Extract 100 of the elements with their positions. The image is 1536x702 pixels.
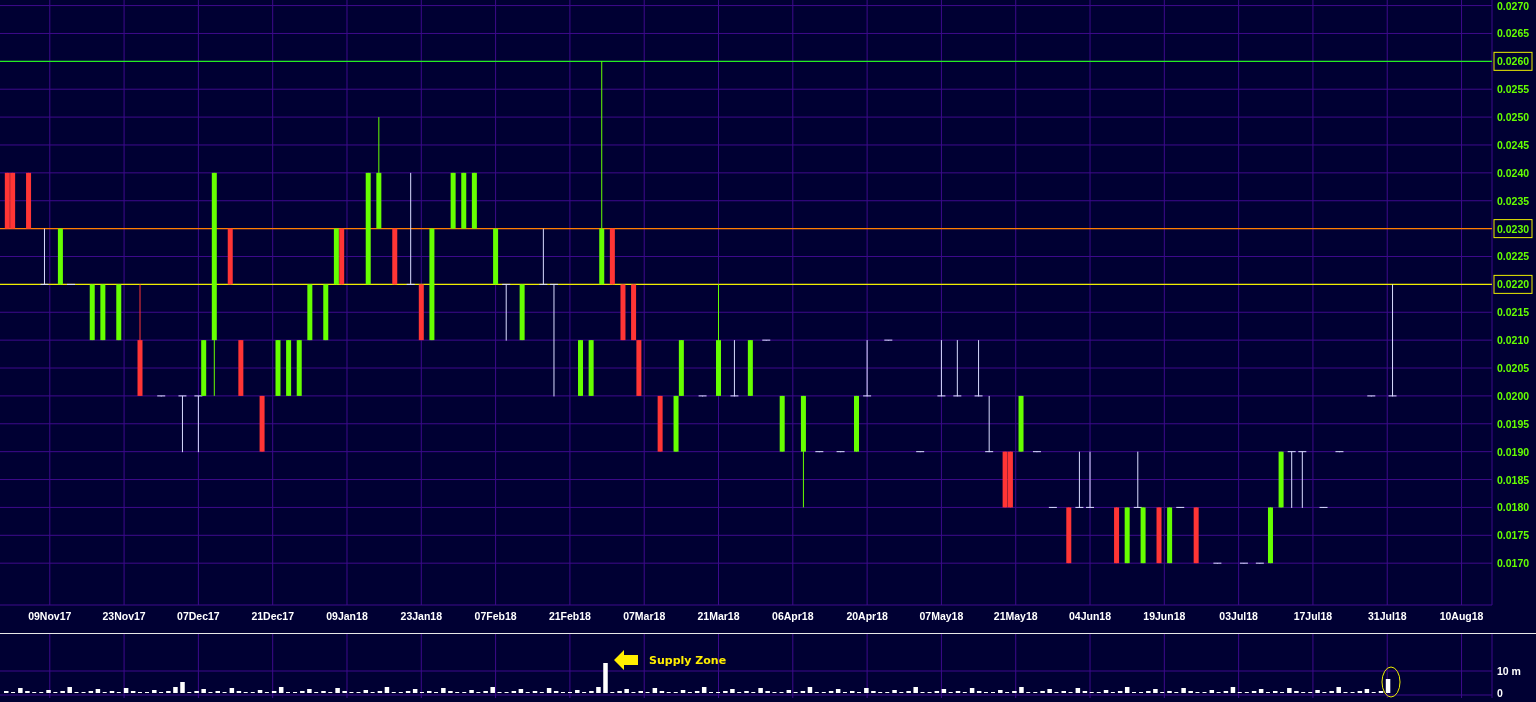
highlighted-price-label: 0.0220 [1493,274,1533,294]
date-axis-label: 10Aug18 [1439,610,1484,622]
date-axis-label: 17Jul18 [1293,610,1333,622]
doji-candle [177,395,187,453]
price-axis-label: 0.0185 [1497,473,1530,486]
price-axis-label: 0.0170 [1497,557,1530,570]
rising-candle [89,283,95,341]
falling-candle [392,228,398,285]
doji-candle [761,339,771,342]
volume-axis-label: 10 m [1497,665,1521,677]
date-axis-label: 21Mar18 [697,610,740,622]
rising-candle [100,283,106,341]
rising-candle [493,228,499,285]
falling-candle [418,283,424,341]
price-axis-label: 0.0210 [1497,334,1530,347]
rising-candle [1167,506,1173,564]
highlighted-price-label: 0.0230 [1493,219,1533,239]
falling-candle [1066,506,1072,564]
date-axis-label: 07Feb18 [474,610,517,622]
doji-candle [1297,451,1307,509]
date-axis-label: 03Jul18 [1219,610,1258,622]
rising-candle [519,283,525,341]
falling-candle [657,395,663,453]
rising-candle [461,172,467,230]
highlighted-price-label: 0.0260 [1493,51,1533,71]
date-axis-label: 06Apr18 [772,610,814,622]
price-axis-label: 0.0245 [1497,139,1530,151]
date-axis-label: 07May18 [919,610,964,622]
price-axis-label: 0.0235 [1497,194,1530,207]
doji-candle [193,395,203,453]
doji-candle [1287,451,1297,509]
doji-candle [501,283,511,342]
rising-candle [201,339,207,397]
rising-candle [450,172,456,230]
date-axis-label: 09Nov17 [28,610,72,622]
rising-candle [854,395,859,453]
doji-candle [1133,451,1143,509]
falling-candle [26,172,32,230]
rising-candle [275,339,281,397]
doji-candle [66,283,76,286]
doji-candle [1074,451,1084,509]
falling-candle [227,228,233,285]
doji-candle [1319,506,1329,509]
rising-candle [471,172,477,230]
date-axis-label: 23Jan18 [400,610,442,622]
date-axis-label: 19Jun18 [1143,610,1186,622]
date-axis-label: 07Mar18 [623,610,666,622]
price-axis-label: 0.0240 [1497,166,1530,179]
price-axis-label: 0.0225 [1497,250,1530,263]
doji-candle [1175,506,1185,509]
doji-candle [729,339,739,397]
doji-candle [1085,451,1095,509]
doji-candle [984,395,994,453]
falling-candle [259,395,265,453]
doji-candle [974,339,984,397]
doji-candle [952,339,962,397]
highlight-ellipse [1381,666,1401,698]
rising-candle [779,395,785,453]
rising-candle [307,283,313,341]
price-axis-label: 0.0180 [1497,501,1530,514]
rising-candle [1140,506,1146,564]
rising-candle [296,339,302,397]
date-axis-label: 23Nov17 [102,610,146,622]
date-axis-label: 04Jun18 [1069,610,1112,622]
date-axis-label: 09Jan18 [326,610,368,622]
price-axis-label: 0.0190 [1497,445,1530,458]
doji-candle [936,339,946,397]
falling-candle [620,283,626,341]
date-axis-label: 21Feb18 [548,610,591,622]
falling-candle [1193,506,1199,564]
annotation-text: Supply Zone [649,654,727,667]
falling-candle [238,339,244,397]
price-axis-label: 0.0205 [1497,362,1530,374]
rising-candle [333,228,339,285]
price-axis-label: 0.0200 [1497,389,1530,402]
rising-candle [1267,506,1273,564]
price-axis-label: 0.0265 [1497,27,1530,40]
falling-candle [1114,506,1120,564]
falling-candle [339,228,345,285]
falling-candle [609,228,615,285]
rising-candle [57,228,63,285]
date-axis-label: 07Dec17 [177,610,220,622]
date-axis-label: 20Apr18 [846,610,888,622]
rising-candle [286,339,292,397]
doji-candle [1255,562,1265,565]
price-axis-label: 0.0195 [1497,417,1530,430]
rising-candle [323,283,329,341]
volume-axis-label: 0 [1497,687,1503,698]
doji-candle [1239,562,1249,565]
rising-candle [1124,506,1130,564]
doji-candle [862,339,872,397]
rising-candle [116,283,122,341]
arrow-icon [614,650,638,670]
doji-candle [40,228,49,286]
price-axis-label: 0.0270 [1497,0,1530,12]
rising-candle [1278,451,1284,508]
rising-candle [588,339,594,397]
price-axis-label: 0.0215 [1497,306,1530,319]
price-axis-label: 0.0250 [1497,111,1530,124]
date-axis-label: 21May18 [993,610,1038,622]
